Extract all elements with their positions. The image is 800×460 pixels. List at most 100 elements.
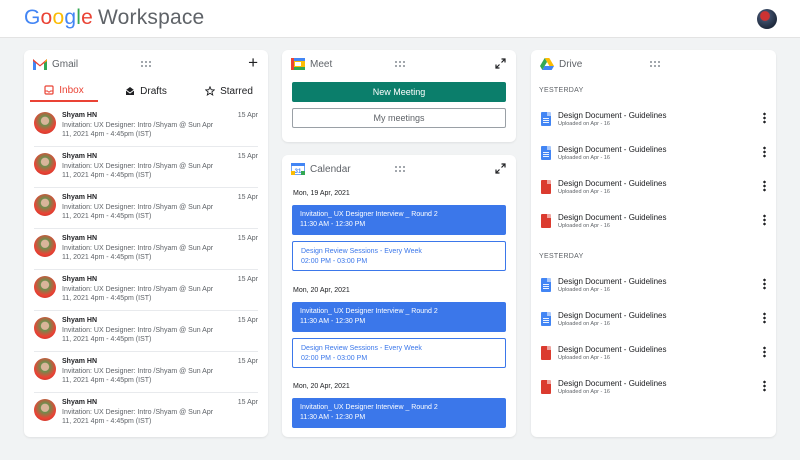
my-meetings-button[interactable]: My meetings xyxy=(292,108,506,128)
workspace-logo[interactable]: Google Workspace xyxy=(24,6,204,30)
file-meta: Uploaded on Apr - 16 xyxy=(558,287,610,293)
calendar-card: 31 Calendar Mon, 19 Apr, 2021 Invitation… xyxy=(282,155,516,437)
expand-icon[interactable] xyxy=(495,58,506,69)
tab-drafts[interactable]: Drafts xyxy=(116,80,176,102)
drive-file-item[interactable]: Design Document - Guidelines Uploaded on… xyxy=(531,210,776,240)
pdf-file-icon xyxy=(541,346,551,360)
drive-section-label: YESTERDAY xyxy=(539,253,584,260)
more-vert-icon[interactable] xyxy=(763,312,766,324)
drive-header: Drive xyxy=(531,50,776,78)
drive-file-item[interactable]: Design Document - Guidelines Uploaded on… xyxy=(531,342,776,372)
calendar-event[interactable]: Design Review Sessions - Every Week 02:0… xyxy=(292,241,506,271)
mail-list: Shyam HN 15 Apr Invitation: UX Designer:… xyxy=(24,106,268,434)
tab-starred[interactable]: Starred xyxy=(196,80,262,102)
svg-text:31: 31 xyxy=(295,169,302,175)
drive-card: Drive YESTERDAY Design Document - Guidel… xyxy=(531,50,776,437)
drive-file-item[interactable]: Design Document - Guidelines Uploaded on… xyxy=(531,376,776,406)
doc-file-icon xyxy=(541,146,551,160)
mail-date: 15 Apr xyxy=(237,399,258,406)
meet-icon xyxy=(291,58,305,70)
list-item[interactable]: Shyam HN 15 Apr Invitation: UX Designer:… xyxy=(24,188,268,229)
calendar-event[interactable]: Invitation_ UX Designer Interview _ Roun… xyxy=(292,302,506,332)
calendar-day-label: Mon, 19 Apr, 2021 xyxy=(293,190,350,197)
account-avatar[interactable] xyxy=(757,9,777,29)
calendar-event[interactable]: Invitation_ UX Designer Interview _ Roun… xyxy=(292,398,506,428)
more-vert-icon[interactable] xyxy=(763,346,766,358)
drag-handle-icon[interactable] xyxy=(649,60,661,68)
more-vert-icon[interactable] xyxy=(763,146,766,158)
mail-snippet: Invitation: UX Designer: Intro /Shyam @ … xyxy=(62,163,214,179)
avatar xyxy=(34,276,56,298)
mail-date: 15 Apr xyxy=(237,194,258,201)
drive-file-item[interactable]: Design Document - Guidelines Uploaded on… xyxy=(531,142,776,172)
tab-inbox[interactable]: Inbox xyxy=(30,80,98,102)
event-time: 02:00 PM - 03:00 PM xyxy=(301,355,368,362)
drive-icon xyxy=(540,58,554,70)
gmail-tabs: Inbox Drafts Starred xyxy=(24,80,268,102)
avatar xyxy=(34,194,56,216)
doc-file-icon xyxy=(541,278,551,292)
file-name: Design Document - Guidelines xyxy=(558,145,667,154)
event-title: Invitation_ UX Designer Interview _ Roun… xyxy=(300,404,438,411)
avatar xyxy=(34,112,56,134)
mail-snippet: Invitation: UX Designer: Intro /Shyam @ … xyxy=(62,286,214,302)
more-vert-icon[interactable] xyxy=(763,214,766,226)
list-item[interactable]: Shyam HN 15 Apr Invitation: UX Designer:… xyxy=(24,106,268,147)
file-meta: Uploaded on Apr - 16 xyxy=(558,223,610,229)
drive-title: Drive xyxy=(559,59,583,70)
doc-file-icon xyxy=(541,112,551,126)
pdf-file-icon xyxy=(541,214,551,228)
new-meeting-button[interactable]: New Meeting xyxy=(292,82,506,102)
list-item[interactable]: Shyam HN 15 Apr Invitation: UX Designer:… xyxy=(24,229,268,270)
event-time: 02:00 PM - 03:00 PM xyxy=(301,258,368,265)
mail-snippet: Invitation: UX Designer: Intro /Shyam @ … xyxy=(62,204,214,220)
pdf-file-icon xyxy=(541,180,551,194)
file-meta: Uploaded on Apr - 16 xyxy=(558,389,610,395)
calendar-event[interactable]: Design Review Sessions - Every Week 02:0… xyxy=(292,338,506,368)
file-name: Design Document - Guidelines xyxy=(558,379,667,388)
event-title: Design Review Sessions - Every Week xyxy=(301,248,422,255)
calendar-icon: 31 xyxy=(291,163,305,175)
mail-sender: Shyam HN xyxy=(62,276,98,283)
drive-file-item[interactable]: Design Document - Guidelines Uploaded on… xyxy=(531,274,776,304)
avatar xyxy=(34,317,56,339)
mail-sender: Shyam HN xyxy=(62,317,98,324)
gmail-icon xyxy=(33,58,47,70)
more-vert-icon[interactable] xyxy=(763,112,766,124)
avatar xyxy=(34,358,56,380)
list-item[interactable]: Shyam HN 15 Apr Invitation: UX Designer:… xyxy=(24,393,268,434)
list-item[interactable]: Shyam HN 15 Apr Invitation: UX Designer:… xyxy=(24,147,268,188)
mail-snippet: Invitation: UX Designer: Intro /Shyam @ … xyxy=(62,245,214,261)
gmail-header: Gmail + xyxy=(24,50,268,78)
drag-handle-icon[interactable] xyxy=(140,60,152,68)
mail-date: 15 Apr xyxy=(237,358,258,365)
mail-date: 15 Apr xyxy=(237,112,258,119)
mail-sender: Shyam HN xyxy=(62,112,98,119)
list-item[interactable]: Shyam HN 15 Apr Invitation: UX Designer:… xyxy=(24,352,268,393)
more-vert-icon[interactable] xyxy=(763,380,766,392)
logo-suffix: Workspace xyxy=(97,6,205,29)
file-meta: Uploaded on Apr - 16 xyxy=(558,321,610,327)
list-item[interactable]: Shyam HN 15 Apr Invitation: UX Designer:… xyxy=(24,311,268,352)
drive-file-item[interactable]: Design Document - Guidelines Uploaded on… xyxy=(531,108,776,138)
drag-handle-icon[interactable] xyxy=(394,165,406,173)
more-vert-icon[interactable] xyxy=(763,278,766,290)
file-name: Design Document - Guidelines xyxy=(558,277,667,286)
file-meta: Uploaded on Apr - 16 xyxy=(558,121,610,127)
expand-icon[interactable] xyxy=(495,163,506,174)
mail-date: 15 Apr xyxy=(237,235,258,242)
file-name: Design Document - Guidelines xyxy=(558,311,667,320)
drive-file-item[interactable]: Design Document - Guidelines Uploaded on… xyxy=(531,176,776,206)
drag-handle-icon[interactable] xyxy=(394,60,406,68)
list-item[interactable]: Shyam HN 15 Apr Invitation: UX Designer:… xyxy=(24,270,268,311)
calendar-title: Calendar xyxy=(310,164,351,175)
plus-icon[interactable]: + xyxy=(248,54,258,72)
mail-sender: Shyam HN xyxy=(62,194,98,201)
mail-sender: Shyam HN xyxy=(62,399,98,406)
calendar-event[interactable]: Invitation_ UX Designer Interview _ Roun… xyxy=(292,205,506,235)
mail-date: 15 Apr xyxy=(237,276,258,283)
avatar xyxy=(34,235,56,257)
file-name: Design Document - Guidelines xyxy=(558,213,667,222)
drive-file-item[interactable]: Design Document - Guidelines Uploaded on… xyxy=(531,308,776,338)
more-vert-icon[interactable] xyxy=(763,180,766,192)
